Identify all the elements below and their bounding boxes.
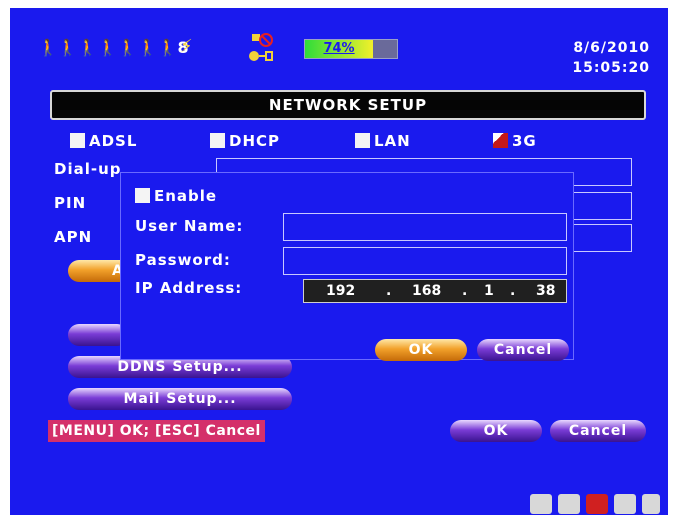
dialog-cancel-button[interactable]: Cancel [477, 339, 569, 361]
camera-icon [642, 494, 660, 514]
mode-dhcp[interactable]: DHCP [210, 132, 280, 150]
lq-icon [530, 494, 552, 514]
lan-label: LAN [374, 132, 411, 150]
apn-input[interactable] [570, 224, 632, 252]
enable-checkbox[interactable] [135, 188, 150, 203]
key-hint: [MENU] OK; [ESC] Cancel [48, 420, 265, 442]
apn-label: APN [54, 228, 93, 246]
username-label: User Name: [135, 217, 244, 235]
pin-input[interactable] [570, 192, 632, 220]
display-icon [558, 494, 580, 514]
dhcp-label: DHCP [229, 132, 281, 150]
adsl-checkbox[interactable] [70, 133, 85, 148]
hdd-usage-bar: 74% [304, 39, 398, 59]
3g-checkbox[interactable] [493, 133, 508, 148]
ip-octet-3: 1 [484, 283, 494, 299]
ip-dot-1: . [386, 283, 392, 299]
mode-adsl[interactable]: ADSL [70, 132, 137, 150]
setup-button-hidden[interactable] [68, 324, 128, 346]
page-title: NETWORK SETUP [50, 90, 646, 120]
enable-option[interactable]: Enable [135, 187, 217, 205]
adsl-label: ADSL [89, 132, 138, 150]
ip-address-input[interactable]: 192 . 168 . 1 . 38 [303, 279, 567, 303]
username-input[interactable] [283, 213, 567, 241]
ip-octet-4: 38 [536, 283, 556, 299]
3g-label: 3G [512, 132, 537, 150]
dvr-screen: 🚶🚶🚶🚶🚶🚶🚶8 ⚡ 74% 8/6/2010 15:05:20 NETWORK… [10, 8, 668, 515]
ok-button[interactable]: OK [450, 420, 542, 442]
ip-octet-1: 192 [326, 283, 356, 299]
dialog-ok-button[interactable]: OK [375, 339, 467, 361]
pin-label: PIN [54, 194, 87, 212]
3g-settings-dialog: Enable User Name: Password: IP Address: … [120, 172, 574, 361]
mail-setup-button[interactable]: Mail Setup... [68, 388, 292, 410]
network-status-icon [249, 33, 273, 61]
mode-lan[interactable]: LAN [355, 132, 411, 150]
record-icon [586, 494, 608, 514]
ip-label: IP Address: [135, 279, 243, 297]
password-input[interactable] [283, 247, 567, 275]
password-label: Password: [135, 251, 231, 269]
alarm-icon: ⚡ [180, 36, 193, 57]
time-text: 15:05:20 [572, 60, 650, 76]
channel-status-icons: 🚶🚶🚶🚶🚶🚶🚶8 [38, 38, 189, 57]
lan-checkbox[interactable] [355, 133, 370, 148]
device-icon [614, 494, 636, 514]
ip-dot-2: . [462, 283, 468, 299]
mode-3g[interactable]: 3G [493, 132, 537, 150]
dhcp-checkbox[interactable] [210, 133, 225, 148]
date-text: 8/6/2010 [573, 40, 650, 56]
dialup-label: Dial-up Number [54, 160, 124, 178]
ip-octet-2: 168 [412, 283, 442, 299]
ip-dot-3: . [510, 283, 516, 299]
enable-label: Enable [154, 187, 218, 205]
cancel-button[interactable]: Cancel [550, 420, 646, 442]
datetime: 8/6/2010 15:05:20 [572, 38, 650, 78]
hdd-usage-percent: 74% [323, 41, 355, 56]
